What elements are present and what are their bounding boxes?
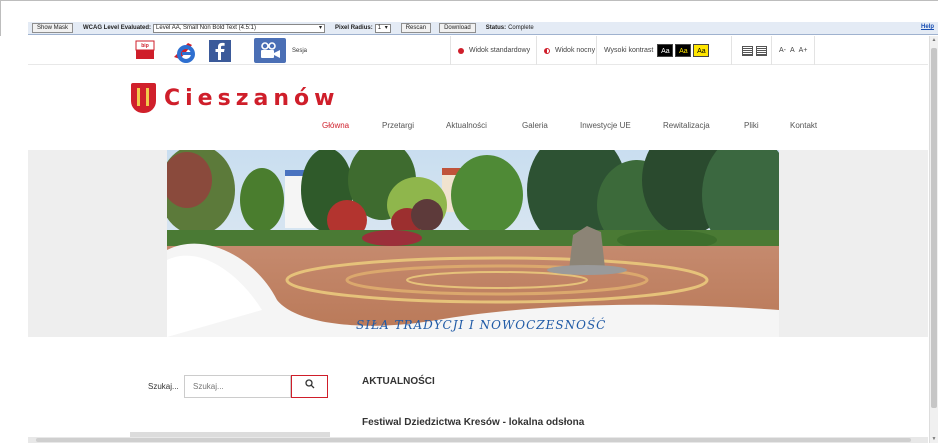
wcag-level-select[interactable]: Level AA, Small Non Bold Text (4.5:1) ▾ [153, 23, 326, 33]
half-circle-icon [544, 47, 550, 54]
contrast-black-white-button[interactable]: Aa [657, 44, 674, 57]
chevron-down-icon: ▾ [319, 24, 323, 31]
status-label: Status: [485, 25, 507, 31]
night-view-toggle[interactable]: Widok nocny [536, 36, 602, 65]
status-value: Complete [508, 25, 534, 31]
search-label: Szukaj... [148, 382, 179, 391]
scroll-down-icon[interactable]: ▼ [930, 435, 938, 443]
standard-view-label: Widok standardowy [469, 47, 531, 54]
nav-item-rewitalizacja[interactable]: Rewitalizacja [663, 121, 710, 130]
banner-slogan: SIŁA TRADYCJI I NOWOCZESNOŚĆ [356, 318, 607, 332]
news-item-title[interactable]: Festiwal Dziedzictwa Kresów - lokalna od… [362, 417, 584, 428]
rescan-button[interactable]: Rescan [400, 23, 432, 33]
contrast-black-yellow-button[interactable]: Aa [675, 44, 692, 57]
nav-item-kontakt[interactable]: Kontakt [790, 121, 817, 130]
red-dot-icon [458, 47, 464, 54]
nav-item-pliki[interactable]: Pliki [744, 121, 759, 130]
layout-toggle-group [731, 36, 774, 65]
high-contrast-group: Wysoki kontrast Aa Aa Aa [596, 36, 716, 65]
coat-of-arms-icon [131, 83, 156, 113]
search-icon [304, 379, 314, 389]
nav-item-aktualnosci[interactable]: Aktualności [446, 121, 487, 130]
left-gutter [0, 36, 28, 443]
facebook-icon [209, 39, 231, 62]
horizontal-scrollbar[interactable] [28, 437, 928, 443]
wide-layout-icon[interactable] [756, 45, 767, 56]
chevron-down-icon: ▾ [384, 24, 388, 31]
bip-icon: bip [135, 40, 155, 59]
scrollbar-thumb[interactable] [931, 48, 937, 408]
nav-item-przetargi[interactable]: Przetargi [382, 121, 414, 130]
facebook-link[interactable] [208, 38, 232, 63]
epuap-icon [174, 42, 195, 63]
pixel-radius-select[interactable]: 1 ▾ [374, 23, 391, 33]
bip-link[interactable]: bip [134, 38, 156, 63]
help-link[interactable]: Help [921, 24, 934, 30]
wcag-level-label: WCAG Level Evaluated: [83, 25, 152, 31]
site-logo[interactable]: Cieszanów [131, 83, 339, 113]
pixel-radius-label: Pixel Radius: [335, 25, 373, 31]
wcag-toolbar: Show Mask WCAG Level Evaluated: Level AA… [28, 22, 938, 35]
night-view-label: Widok nocny [555, 47, 596, 54]
font-normal-button[interactable]: A [790, 47, 795, 54]
logo-text: Cieszanów [164, 85, 340, 111]
search-input[interactable] [184, 375, 291, 398]
nav-item-galeria[interactable]: Galeria [522, 121, 548, 130]
high-contrast-label: Wysoki kontrast [604, 47, 654, 54]
narrow-layout-icon[interactable] [742, 45, 753, 56]
sesja-video-link[interactable] [254, 38, 286, 63]
sesja-label[interactable]: Sesja [292, 48, 307, 54]
news-heading: AKTUALNOŚCI [362, 376, 435, 387]
scroll-up-icon[interactable]: ▲ [930, 36, 938, 44]
standard-view-toggle[interactable]: Widok standardowy [450, 36, 537, 65]
wcag-level-value: Level AA, Small Non Bold Text (4.5:1) [156, 24, 256, 31]
show-mask-button[interactable]: Show Mask [32, 23, 74, 33]
video-camera-icon [261, 41, 280, 58]
search-button[interactable] [291, 375, 328, 398]
font-size-group: A- A A+ [771, 36, 816, 65]
horizontal-scrollbar-thumb[interactable] [36, 438, 911, 442]
font-increase-button[interactable]: A+ [799, 47, 808, 54]
nav-item-inwestycje-ue[interactable]: Inwestycje UE [580, 121, 631, 130]
font-decrease-button[interactable]: A- [779, 47, 786, 54]
epuap-link[interactable] [168, 38, 200, 63]
bip-text: bip [141, 43, 149, 49]
contrast-yellow-black-button[interactable]: Aa [693, 44, 710, 57]
nav-item-glowna[interactable]: Główna [322, 121, 349, 130]
download-button[interactable]: Download [439, 23, 476, 33]
pixel-radius-value: 1 [377, 24, 382, 31]
banner-image [167, 150, 779, 337]
top-utility-bar: bip Sesja Widok standardowy Widok nocny … [28, 36, 928, 65]
vertical-scrollbar[interactable]: ▲ ▼ [929, 36, 938, 443]
